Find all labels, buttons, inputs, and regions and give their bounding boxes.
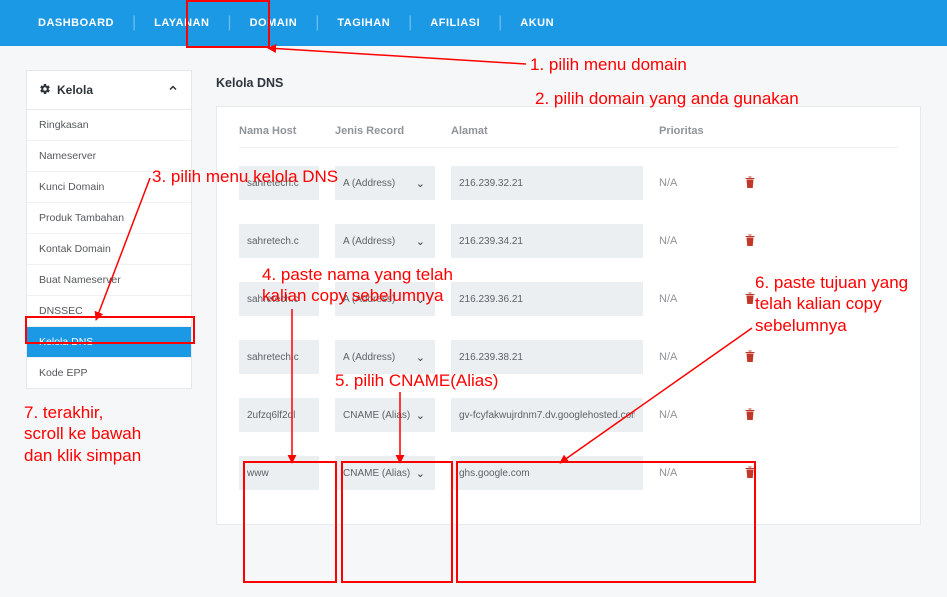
type-select[interactable]: A (Address) ⌄ xyxy=(335,282,435,316)
type-select[interactable]: A (Address) ⌄ xyxy=(335,166,435,200)
dns-record-row: A (Address) ⌄ N/A xyxy=(239,340,898,374)
trash-icon[interactable] xyxy=(735,233,765,250)
host-input[interactable] xyxy=(239,340,319,374)
address-input[interactable] xyxy=(451,282,643,316)
host-input[interactable] xyxy=(239,456,319,490)
address-input[interactable] xyxy=(451,340,643,374)
type-select-value: CNAME (Alias) xyxy=(335,410,416,421)
chevron-down-icon: ⌄ xyxy=(416,467,435,480)
chevron-down-icon: ⌄ xyxy=(416,177,435,190)
dns-record-row: A (Address) ⌄ N/A xyxy=(239,282,898,316)
sidebar-item-buat-nameserver[interactable]: Buat Nameserver xyxy=(27,265,191,296)
col-address: Alamat xyxy=(451,125,643,137)
sidebar-header-title: Kelola xyxy=(57,83,93,97)
nav-tagihan[interactable]: TAGIHAN xyxy=(319,0,408,46)
sidebar-header[interactable]: Kelola xyxy=(26,70,192,109)
col-host: Nama Host xyxy=(239,125,319,137)
type-select-value: A (Address) xyxy=(335,352,416,363)
type-select[interactable]: CNAME (Alias) ⌄ xyxy=(335,398,435,432)
sidebar-item-nameserver[interactable]: Nameserver xyxy=(27,141,191,172)
address-input[interactable] xyxy=(451,398,643,432)
page-title: Kelola DNS xyxy=(216,70,921,106)
chevron-down-icon: ⌄ xyxy=(416,409,435,422)
address-input[interactable] xyxy=(451,456,643,490)
chevron-down-icon: ⌄ xyxy=(416,351,435,364)
type-select[interactable]: A (Address) ⌄ xyxy=(335,224,435,258)
trash-icon[interactable] xyxy=(735,407,765,424)
sidebar-item-kunci-domain[interactable]: Kunci Domain xyxy=(27,172,191,203)
priority-cell: N/A xyxy=(659,293,719,305)
trash-icon[interactable] xyxy=(735,175,765,192)
sidebar-item-kode-epp[interactable]: Kode EPP xyxy=(27,358,191,388)
sidebar-list: Ringkasan Nameserver Kunci Domain Produk… xyxy=(26,109,192,389)
nav-afiliasi[interactable]: AFILIASI xyxy=(412,0,498,46)
dns-record-row: A (Address) ⌄ N/A xyxy=(239,224,898,258)
trash-icon[interactable] xyxy=(735,349,765,366)
trash-icon[interactable] xyxy=(735,291,765,308)
dns-record-row: CNAME (Alias) ⌄ N/A xyxy=(239,456,898,490)
sidebar-item-kelola-dns[interactable]: Kelola DNS xyxy=(27,327,191,358)
nav-domain[interactable]: DOMAIN xyxy=(232,0,316,46)
priority-cell: N/A xyxy=(659,177,719,189)
priority-cell: N/A xyxy=(659,351,719,363)
nav-dashboard[interactable]: DASHBOARD xyxy=(20,0,132,46)
trash-icon[interactable] xyxy=(735,465,765,482)
dns-panel: Nama Host Jenis Record Alamat Prioritas … xyxy=(216,106,921,525)
dns-record-row: CNAME (Alias) ⌄ N/A xyxy=(239,398,898,432)
sidebar: Kelola Ringkasan Nameserver Kunci Domain… xyxy=(26,70,192,525)
type-select-value: A (Address) xyxy=(335,178,416,189)
host-input[interactable] xyxy=(239,398,319,432)
nav-layanan[interactable]: LAYANAN xyxy=(136,0,227,46)
gear-icon xyxy=(39,83,51,98)
col-priority: Prioritas xyxy=(659,125,719,137)
nav-akun[interactable]: AKUN xyxy=(502,0,572,46)
type-select-value: A (Address) xyxy=(335,236,416,247)
chevron-down-icon: ⌄ xyxy=(416,293,435,306)
type-select[interactable]: CNAME (Alias) ⌄ xyxy=(335,456,435,490)
host-input[interactable] xyxy=(239,166,319,200)
top-nav: DASHBOARD | LAYANAN | DOMAIN | TAGIHAN |… xyxy=(0,0,947,46)
table-header: Nama Host Jenis Record Alamat Prioritas xyxy=(239,125,898,148)
chevron-up-icon xyxy=(167,81,179,99)
sidebar-item-ringkasan[interactable]: Ringkasan xyxy=(27,110,191,141)
col-type: Jenis Record xyxy=(335,125,435,137)
priority-cell: N/A xyxy=(659,409,719,421)
main-content: Kelola DNS Nama Host Jenis Record Alamat… xyxy=(216,70,921,525)
type-select[interactable]: A (Address) ⌄ xyxy=(335,340,435,374)
host-input[interactable] xyxy=(239,224,319,258)
address-input[interactable] xyxy=(451,166,643,200)
host-input[interactable] xyxy=(239,282,319,316)
address-input[interactable] xyxy=(451,224,643,258)
priority-cell: N/A xyxy=(659,235,719,247)
type-select-value: A (Address) xyxy=(335,294,416,305)
sidebar-item-kontak-domain[interactable]: Kontak Domain xyxy=(27,234,191,265)
sidebar-item-dnssec[interactable]: DNSSEC xyxy=(27,296,191,327)
sidebar-item-produk-tambahan[interactable]: Produk Tambahan xyxy=(27,203,191,234)
chevron-down-icon: ⌄ xyxy=(416,235,435,248)
priority-cell: N/A xyxy=(659,467,719,479)
dns-record-row: A (Address) ⌄ N/A xyxy=(239,166,898,200)
type-select-value: CNAME (Alias) xyxy=(335,468,416,479)
page-body: Kelola Ringkasan Nameserver Kunci Domain… xyxy=(0,46,947,525)
